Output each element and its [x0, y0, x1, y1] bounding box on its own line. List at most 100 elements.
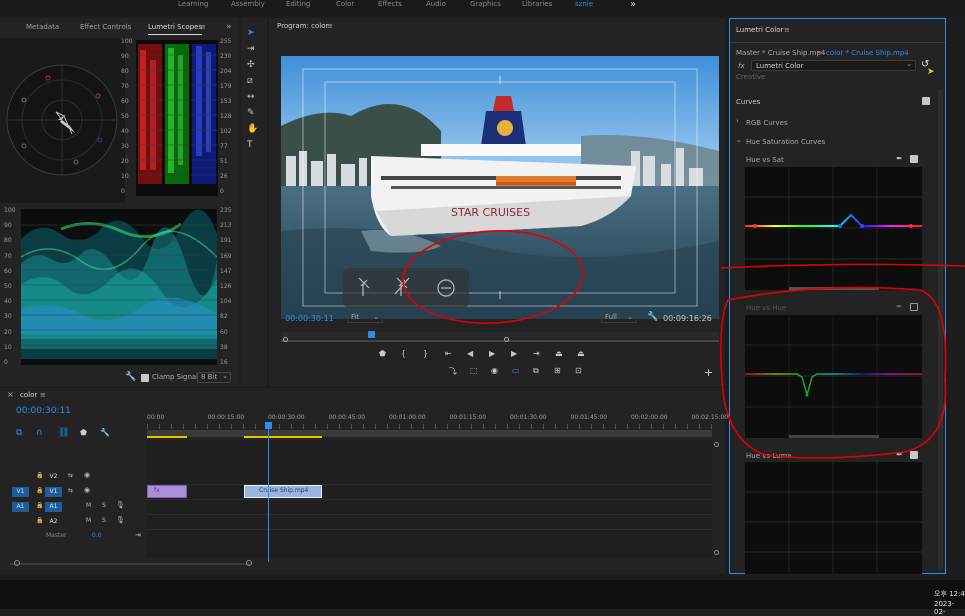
- tab-effect-controls[interactable]: Effect Controls: [80, 18, 131, 36]
- effect-dropdown[interactable]: Lumetri Color ⌄: [751, 60, 916, 71]
- master-clip-label[interactable]: Master * Cruise Ship.mp4: [736, 49, 825, 57]
- solo-button[interactable]: S: [102, 502, 106, 509]
- safe-margins-icon[interactable]: ▭: [512, 366, 520, 375]
- sync-lock-icon[interactable]: ⇆: [68, 487, 73, 494]
- selection-tool-icon[interactable]: ➤: [247, 28, 255, 38]
- track-target-a2[interactable]: A2: [45, 517, 62, 527]
- track-area[interactable]: fx Cruise Ship.mp4: [147, 440, 712, 558]
- source-patch-a1[interactable]: A1: [12, 502, 29, 512]
- lumetri-scrollbar[interactable]: [938, 89, 943, 569]
- snap-magnet-icon[interactable]: ∩: [36, 428, 43, 438]
- program-menu-icon[interactable]: ≡: [327, 22, 333, 30]
- track-select-icon[interactable]: ⇥: [247, 44, 255, 54]
- workspace-tab-learning[interactable]: Learning: [178, 0, 208, 8]
- timeline-title[interactable]: color: [20, 391, 37, 399]
- add-marker-icon[interactable]: ⬟: [80, 428, 87, 437]
- fit-dropdown[interactable]: Fit ⌄: [347, 312, 383, 323]
- mute-button[interactable]: M: [86, 517, 91, 524]
- hand-tool-icon[interactable]: ✋: [247, 124, 258, 134]
- button-editor-icon[interactable]: ⊞: [554, 366, 561, 375]
- lock-icon[interactable]: 🔒: [36, 487, 43, 494]
- go-to-out-icon[interactable]: ⇥: [533, 349, 540, 358]
- hue-vs-luma-curve[interactable]: [745, 462, 922, 574]
- time-ruler[interactable]: 00:00 00:00:15:00 00:00:30:00 00:00:45:00 00…: [147, 410, 728, 438]
- panel-more-icon[interactable]: »: [226, 18, 232, 36]
- extract-icon[interactable]: ⏏: [577, 349, 585, 358]
- tab-lumetri-scopes[interactable]: Lumetri Scopes: [148, 18, 203, 35]
- hue-sat-curves-chevron-icon[interactable]: ⌄: [736, 136, 742, 144]
- lock-icon[interactable]: 🔒: [36, 502, 43, 509]
- hue-vs-hue-eyedropper-icon[interactable]: ✒: [896, 302, 903, 311]
- hue-sat-curves-label[interactable]: Hue Saturation Curves: [746, 138, 825, 146]
- clip-adjustment[interactable]: fx: [147, 485, 187, 498]
- eye-icon[interactable]: ◉: [84, 486, 90, 494]
- workspace-tab-effects[interactable]: Effects: [378, 0, 402, 8]
- master-go-to-end-icon[interactable]: ⇥: [135, 531, 141, 539]
- hue-vs-luma-checkbox[interactable]: [910, 451, 918, 459]
- work-area-bar[interactable]: [147, 430, 712, 437]
- compare-view-icon[interactable]: ⧉: [533, 366, 539, 376]
- bit-depth-select[interactable]: 8 Bit ⌄: [197, 372, 231, 383]
- razor-tool-icon[interactable]: ⧄: [247, 76, 253, 86]
- track-target-a1[interactable]: A1: [45, 502, 62, 512]
- program-title[interactable]: Program: color: [277, 22, 328, 30]
- hue-vs-sat-curve[interactable]: [745, 167, 922, 290]
- video-frame[interactable]: STAR CRUISES: [281, 56, 719, 319]
- step-forward-icon[interactable]: ▶: [511, 349, 517, 358]
- hue-vs-hue-checkbox[interactable]: [910, 303, 918, 311]
- timeline-timecode[interactable]: 00:00:30:11: [16, 406, 71, 416]
- workspace-tab-color[interactable]: Color: [336, 0, 354, 8]
- workspace-more-button[interactable]: »: [630, 0, 636, 10]
- hue-vs-luma-eyedropper-icon[interactable]: ✒: [896, 450, 903, 459]
- hue-vs-sat-checkbox[interactable]: [910, 155, 918, 163]
- slip-tool-icon[interactable]: ↔: [247, 92, 255, 102]
- source-patch-v1[interactable]: V1: [12, 487, 29, 497]
- rgb-curves-chevron-icon[interactable]: ›: [736, 117, 739, 125]
- lock-icon[interactable]: 🔒: [36, 517, 43, 524]
- add-marker-icon[interactable]: ⬟: [379, 349, 386, 358]
- hue-vs-sat-eyedropper-icon[interactable]: ✒: [896, 154, 903, 163]
- add-button[interactable]: +: [704, 366, 713, 379]
- curves-section-label[interactable]: Curves: [736, 98, 760, 106]
- insert-nest-icon[interactable]: ⧉: [16, 428, 22, 438]
- timeline-vscroll[interactable]: [712, 440, 720, 558]
- workspace-tab-graphics[interactable]: Graphics: [470, 0, 501, 8]
- timeline-menu-icon[interactable]: ≡: [40, 391, 46, 399]
- mute-button[interactable]: M: [86, 502, 91, 509]
- sequence-clip-label[interactable]: color * Cruise Ship.mp4: [826, 49, 909, 57]
- lock-icon[interactable]: 🔒: [36, 472, 43, 479]
- eye-icon[interactable]: ◉: [84, 471, 90, 479]
- panel-menu-icon[interactable]: ≡: [200, 18, 206, 36]
- curves-enable-checkbox[interactable]: [922, 97, 930, 105]
- program-scrub-bar[interactable]: [281, 326, 719, 344]
- vr-video-icon[interactable]: ⬚: [470, 366, 478, 375]
- hue-vs-hue-curve[interactable]: [745, 315, 922, 438]
- ripple-edit-icon[interactable]: ✣: [247, 60, 255, 70]
- lumetri-title[interactable]: Lumetri Color: [736, 26, 783, 34]
- clip-cruise-ship[interactable]: Cruise Ship.mp4: [244, 485, 322, 498]
- type-tool-icon[interactable]: T: [247, 140, 253, 150]
- tab-metadata[interactable]: Metadata: [26, 18, 59, 36]
- step-back-icon[interactable]: ◀: [467, 349, 473, 358]
- insert-icon[interactable]: ⤵: [449, 366, 457, 377]
- mark-in-icon[interactable]: {: [401, 349, 406, 358]
- workspace-tab-audio[interactable]: Audio: [426, 0, 446, 8]
- settings-wrench-icon[interactable]: 🔧: [647, 312, 658, 322]
- scrub-handle-right[interactable]: [504, 337, 509, 342]
- timeline-wrench-icon[interactable]: 🔧: [100, 428, 110, 437]
- voiceover-mic-icon[interactable]: 🎙: [116, 516, 125, 524]
- go-to-in-icon[interactable]: ⇤: [445, 349, 452, 358]
- workspace-tab-sznie[interactable]: sznie: [575, 0, 593, 8]
- quality-dropdown[interactable]: Full ⌄: [601, 312, 637, 323]
- play-button[interactable]: ▶: [489, 349, 495, 358]
- sync-lock-icon[interactable]: ⇆: [68, 472, 73, 479]
- program-timecode[interactable]: 00:00:30:11: [285, 314, 334, 323]
- export-frame-icon[interactable]: ⊡: [575, 366, 582, 375]
- timeline-playhead-head[interactable]: [265, 422, 272, 429]
- pen-tool-icon[interactable]: ✎: [247, 108, 255, 118]
- timeline-close-icon[interactable]: ×: [7, 390, 14, 399]
- solo-button[interactable]: S: [102, 517, 106, 524]
- creative-section-label[interactable]: Creative: [736, 73, 765, 81]
- playhead-marker[interactable]: [368, 331, 375, 338]
- linked-selection-icon[interactable]: ⛓: [58, 428, 69, 438]
